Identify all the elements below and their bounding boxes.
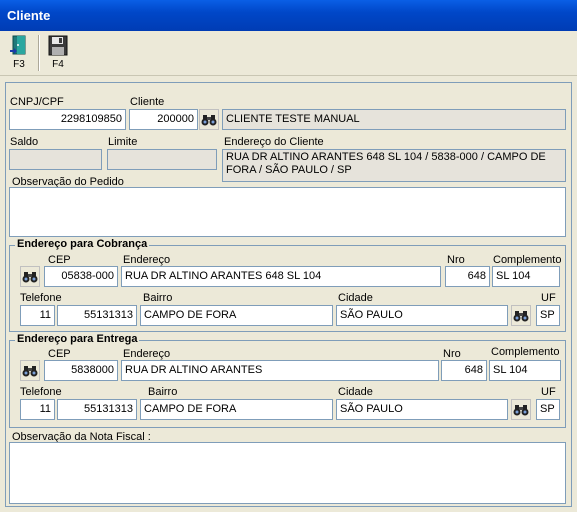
binoculars-icon (22, 365, 38, 376)
cobranca-cidade-field[interactable]: SÃO PAULO (336, 305, 508, 326)
window-title: Cliente (7, 8, 51, 23)
entrega-complemento-field[interactable]: SL 104 (489, 360, 561, 381)
cobranca-complemento-field[interactable]: SL 104 (492, 266, 560, 287)
binoculars-icon (513, 310, 529, 321)
entrega-bairro-field[interactable]: CAMPO DE FORA (140, 399, 333, 420)
cobranca-cep-label: CEP (48, 254, 71, 266)
entrega-cep-field[interactable]: 5838000 (44, 360, 118, 381)
binoculars-icon (201, 114, 217, 125)
floppy-disk-icon (48, 35, 68, 56)
cliente-search-button[interactable] (199, 109, 219, 130)
cobranca-nro-field[interactable]: 648 (445, 266, 490, 287)
cliente-code-field[interactable]: 200000 (129, 109, 198, 130)
window-titlebar: Cliente (0, 0, 577, 31)
endereco-cliente-field: RUA DR ALTINO ARANTES 648 SL 104 / 5838-… (222, 149, 566, 182)
entrega-bairro-label: Bairro (148, 386, 178, 398)
cobranca-cep-search-button[interactable] (20, 266, 40, 287)
entrega-cep-label: CEP (48, 348, 71, 360)
exit-door-icon (10, 35, 26, 55)
entrega-uf-label: UF (541, 386, 556, 398)
entrega-endereco-field[interactable]: RUA DR ALTINO ARANTES (121, 360, 439, 381)
save-button[interactable]: F4 (41, 33, 75, 73)
cobranca-bairro-label: Bairro (143, 292, 173, 304)
binoculars-icon (513, 404, 529, 415)
entrega-endereco-label: Endereço (123, 348, 171, 360)
cliente-label: Cliente (130, 96, 165, 108)
cliente-name-field: CLIENTE TESTE MANUAL (222, 109, 566, 130)
entrega-nro-field[interactable]: 648 (441, 360, 487, 381)
binoculars-icon (22, 271, 38, 282)
endereco-cliente-label: Endereço do Cliente (224, 136, 324, 148)
entrega-nro-label: Nro (443, 348, 461, 360)
cobranca-uf-label: UF (541, 292, 556, 304)
cobranca-telefone-field[interactable]: 55131313 (57, 305, 137, 326)
toolbar: F3 F4 (0, 31, 577, 76)
save-key-label: F4 (52, 59, 64, 70)
cobranca-endereco-label: Endereço (123, 254, 171, 266)
saldo-field (9, 149, 102, 170)
cobranca-cidade-search-button[interactable] (511, 305, 531, 326)
saldo-label: Saldo (10, 136, 39, 148)
exit-key-label: F3 (13, 59, 25, 70)
entrega-complemento-label: Complemento (491, 346, 560, 358)
cobranca-ddd-field[interactable]: 11 (20, 305, 55, 326)
entrega-title: Endereço para Entrega (15, 333, 140, 345)
limite-field (107, 149, 217, 170)
cobranca-nro-label: Nro (447, 254, 465, 266)
exit-button[interactable]: F3 (2, 33, 36, 73)
entrega-telefone-label: Telefone (20, 386, 62, 398)
cobranca-title: Endereço para Cobrança (15, 238, 150, 250)
cnpj-label: CNPJ/CPF (10, 96, 64, 108)
cobranca-cep-field[interactable]: 05838-000 (44, 266, 118, 287)
cobranca-telefone-label: Telefone (20, 292, 62, 304)
entrega-uf-field[interactable]: SP (536, 399, 560, 420)
entrega-cidade-search-button[interactable] (511, 399, 531, 420)
cnpj-field[interactable]: 2298109850 (9, 109, 126, 130)
cobranca-cidade-label: Cidade (338, 292, 373, 304)
limite-label: Limite (108, 136, 138, 148)
entrega-cidade-field[interactable]: SÃO PAULO (336, 399, 508, 420)
toolbar-separator (38, 35, 40, 71)
entrega-cidade-label: Cidade (338, 386, 373, 398)
entrega-ddd-field[interactable]: 11 (20, 399, 55, 420)
cobranca-complemento-label: Complemento (493, 254, 562, 266)
cobranca-bairro-field[interactable]: CAMPO DE FORA (140, 305, 333, 326)
obs-nota-fiscal-field[interactable] (9, 442, 566, 504)
entrega-cep-search-button[interactable] (20, 360, 40, 381)
entrega-telefone-field[interactable]: 55131313 (57, 399, 137, 420)
cobranca-endereco-field[interactable]: RUA DR ALTINO ARANTES 648 SL 104 (121, 266, 441, 287)
cobranca-uf-field[interactable]: SP (536, 305, 560, 326)
obs-pedido-field[interactable] (9, 187, 566, 237)
